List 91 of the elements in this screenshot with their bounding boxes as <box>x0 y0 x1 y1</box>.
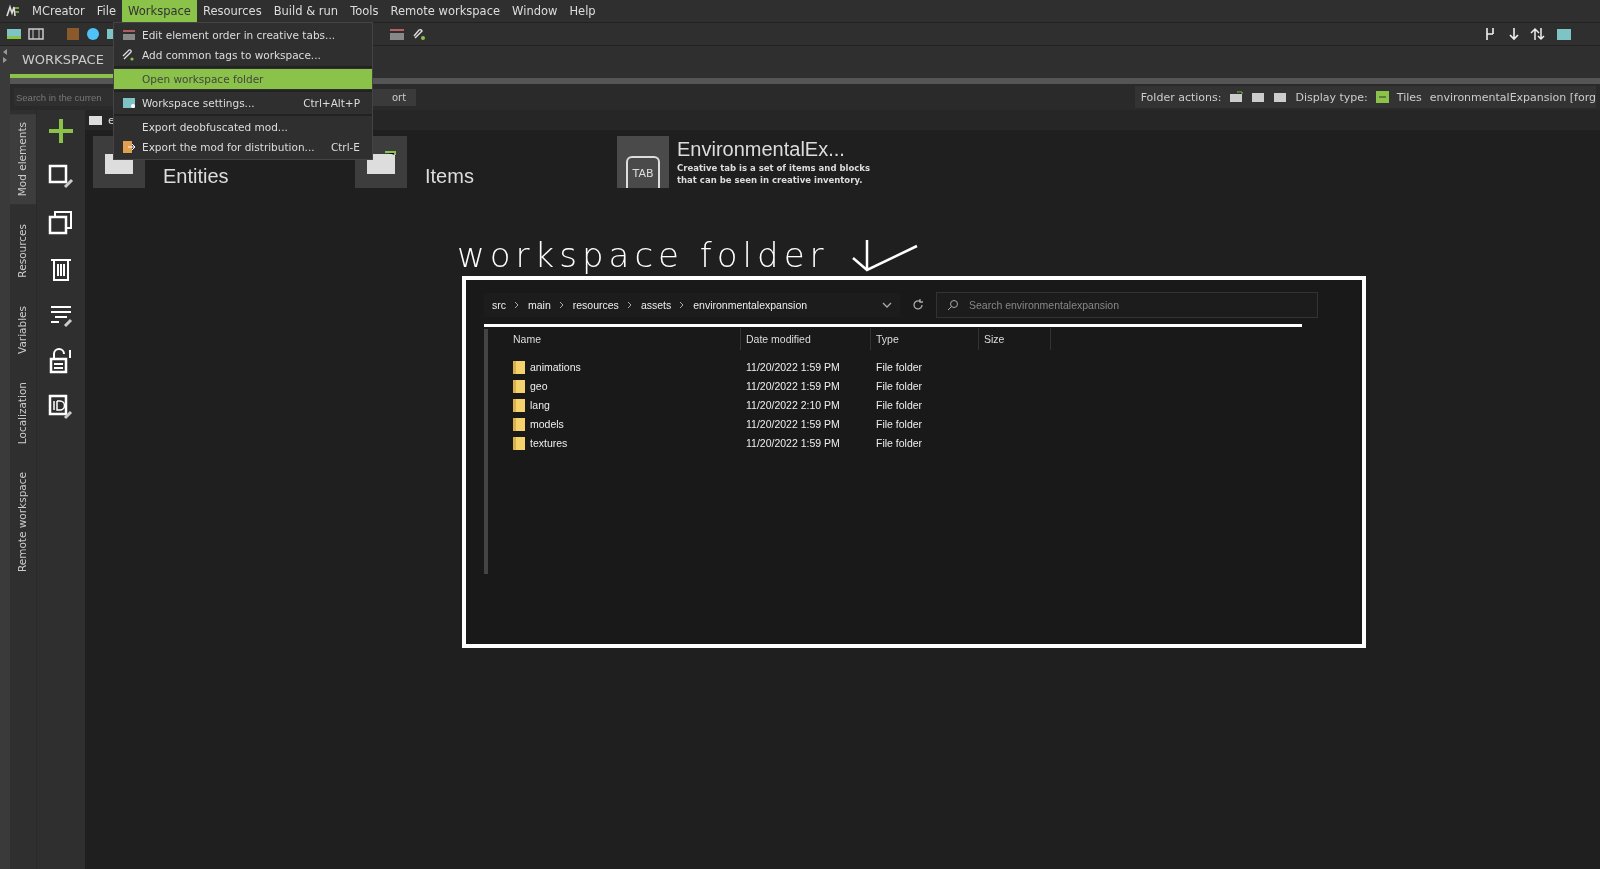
type-cell-text: File folder <box>875 398 924 411</box>
date-cell-text: 11/20/2022 2:10 PM <box>745 398 841 411</box>
tile-title[interactable]: Items <box>425 166 474 186</box>
file-name[interactable]: lang <box>530 398 550 411</box>
chevron-icon <box>626 301 633 309</box>
path-segment[interactable]: assets <box>640 299 672 311</box>
file-name[interactable]: models <box>530 417 564 430</box>
menu-item[interactable]: Resources <box>196 0 268 22</box>
folder-icon <box>513 435 525 450</box>
menu-item[interactable]: Edit element order in creative tabs... <box>114 25 372 45</box>
app-logo-icon <box>6 4 20 18</box>
tag-icon <box>122 49 134 61</box>
tag-icon[interactable] <box>412 27 426 41</box>
type-cell-text: File folder <box>875 417 924 430</box>
add-icon[interactable] <box>48 118 74 144</box>
tile-title[interactable]: EnvironmentalEx... <box>677 137 877 161</box>
search-field[interactable]: Search environmentalexpansion <box>967 298 1307 312</box>
search-bar[interactable]: Search environmentalexpansion <box>936 292 1318 318</box>
chevron-icon <box>514 301 520 309</box>
image-icon[interactable] <box>6 27 22 41</box>
workspace-tab[interactable]: WORKSPACE <box>10 46 116 78</box>
menu-item[interactable]: Export the mod for distribution... Ctrl-E <box>114 137 372 157</box>
date-cell-text: 11/20/2022 1:59 PM <box>745 360 841 373</box>
column-header[interactable]: Date modified <box>741 328 871 350</box>
chevron-icon <box>558 301 565 309</box>
path-segment[interactable]: resources <box>572 299 619 311</box>
folder-icon <box>513 359 525 374</box>
menu-item[interactable]: MCreator <box>26 0 91 22</box>
collapse-icon[interactable] <box>2 48 8 64</box>
side-tab[interactable]: Variables <box>10 297 36 362</box>
film-icon[interactable] <box>28 27 44 41</box>
sync-icon[interactable] <box>1530 27 1546 41</box>
folder-icon <box>122 97 136 109</box>
menu-item[interactable]: Workspace <box>122 0 197 22</box>
chevron-icon <box>679 301 686 309</box>
file-name[interactable]: textures <box>530 436 568 449</box>
folder-icon <box>89 115 102 125</box>
type-cell-text: File folder <box>875 436 924 449</box>
lock-icon[interactable] <box>48 348 74 374</box>
path-segment[interactable]: main <box>528 299 551 311</box>
side-tab[interactable]: Remote workspace <box>10 464 36 581</box>
type-cell-text: File folder <box>875 379 924 392</box>
folder-icon[interactable] <box>1556 27 1572 41</box>
date-cell-text: 11/20/2022 1:59 PM <box>745 417 841 430</box>
export-icon <box>122 140 136 154</box>
folder-icon <box>513 378 525 393</box>
menu-item[interactable]: Open workspace folder <box>114 69 372 89</box>
display-type-value[interactable]: Tiles <box>1396 90 1422 104</box>
folder-icon[interactable] <box>1251 91 1266 103</box>
date-cell-text: 11/20/2022 1:59 PM <box>745 436 841 449</box>
type-cell-text: File folder <box>875 360 924 373</box>
id-edit-icon[interactable] <box>48 394 74 420</box>
column-header[interactable]: Name <box>508 328 741 350</box>
folder-actions-label: Folder actions: <box>1140 90 1222 104</box>
side-tab[interactable]: Mod elements <box>10 114 36 205</box>
duplicate-icon[interactable] <box>48 210 74 236</box>
search-icon <box>947 299 959 311</box>
menu-item[interactable]: Build & run <box>267 0 345 22</box>
menu-item[interactable]: Remote workspace <box>384 0 507 22</box>
tiles-icon[interactable] <box>1375 91 1389 103</box>
handwritten-note: workspace folder <box>457 238 829 272</box>
edit-icon[interactable] <box>48 164 74 190</box>
folder-icon <box>513 397 525 412</box>
path-segment[interactable]: src <box>492 299 506 311</box>
side-tab[interactable]: Localization <box>10 373 36 453</box>
menu-item[interactable]: File <box>90 0 123 22</box>
date-cell-text: 11/20/2022 1:59 PM <box>745 379 841 392</box>
add-folder-icon[interactable] <box>1229 91 1244 103</box>
display-type-label: Display type: <box>1295 90 1368 104</box>
folder-icon[interactable] <box>1273 91 1288 103</box>
menu-item[interactable]: Export deobfuscated mod... <box>114 117 372 137</box>
menu-item[interactable]: Workspace settings... Ctrl+Alt+P <box>114 93 372 113</box>
menu-item[interactable]: Add common tags to workspace... <box>114 45 372 65</box>
down-arrow-icon[interactable] <box>1508 27 1520 41</box>
column-header[interactable]: Type <box>871 328 979 350</box>
side-tab[interactable]: Resources <box>10 216 36 286</box>
path-segment[interactable]: environmentalexpansion <box>693 299 808 311</box>
file-name[interactable]: geo <box>530 379 548 392</box>
tile-description: Creative tab is a set of items and blocks that can be seen in creative inventory. <box>677 162 872 187</box>
tile-title[interactable]: Entities <box>163 166 229 186</box>
file-name[interactable]: animations <box>530 360 581 373</box>
tab-tile-icon[interactable]: TAB <box>617 136 669 188</box>
folder-icon <box>513 416 525 431</box>
delete-icon[interactable] <box>48 256 74 282</box>
menu-item[interactable]: Window <box>506 0 564 22</box>
refresh-icon[interactable] <box>912 299 924 311</box>
menu-item[interactable]: Tools <box>344 0 385 22</box>
workspace-name: environmentalExpansion [forg <box>1429 90 1596 104</box>
column-header[interactable]: Size <box>979 328 1051 350</box>
dropdown-icon[interactable] <box>882 301 892 309</box>
menu-item[interactable]: Help <box>563 0 602 22</box>
